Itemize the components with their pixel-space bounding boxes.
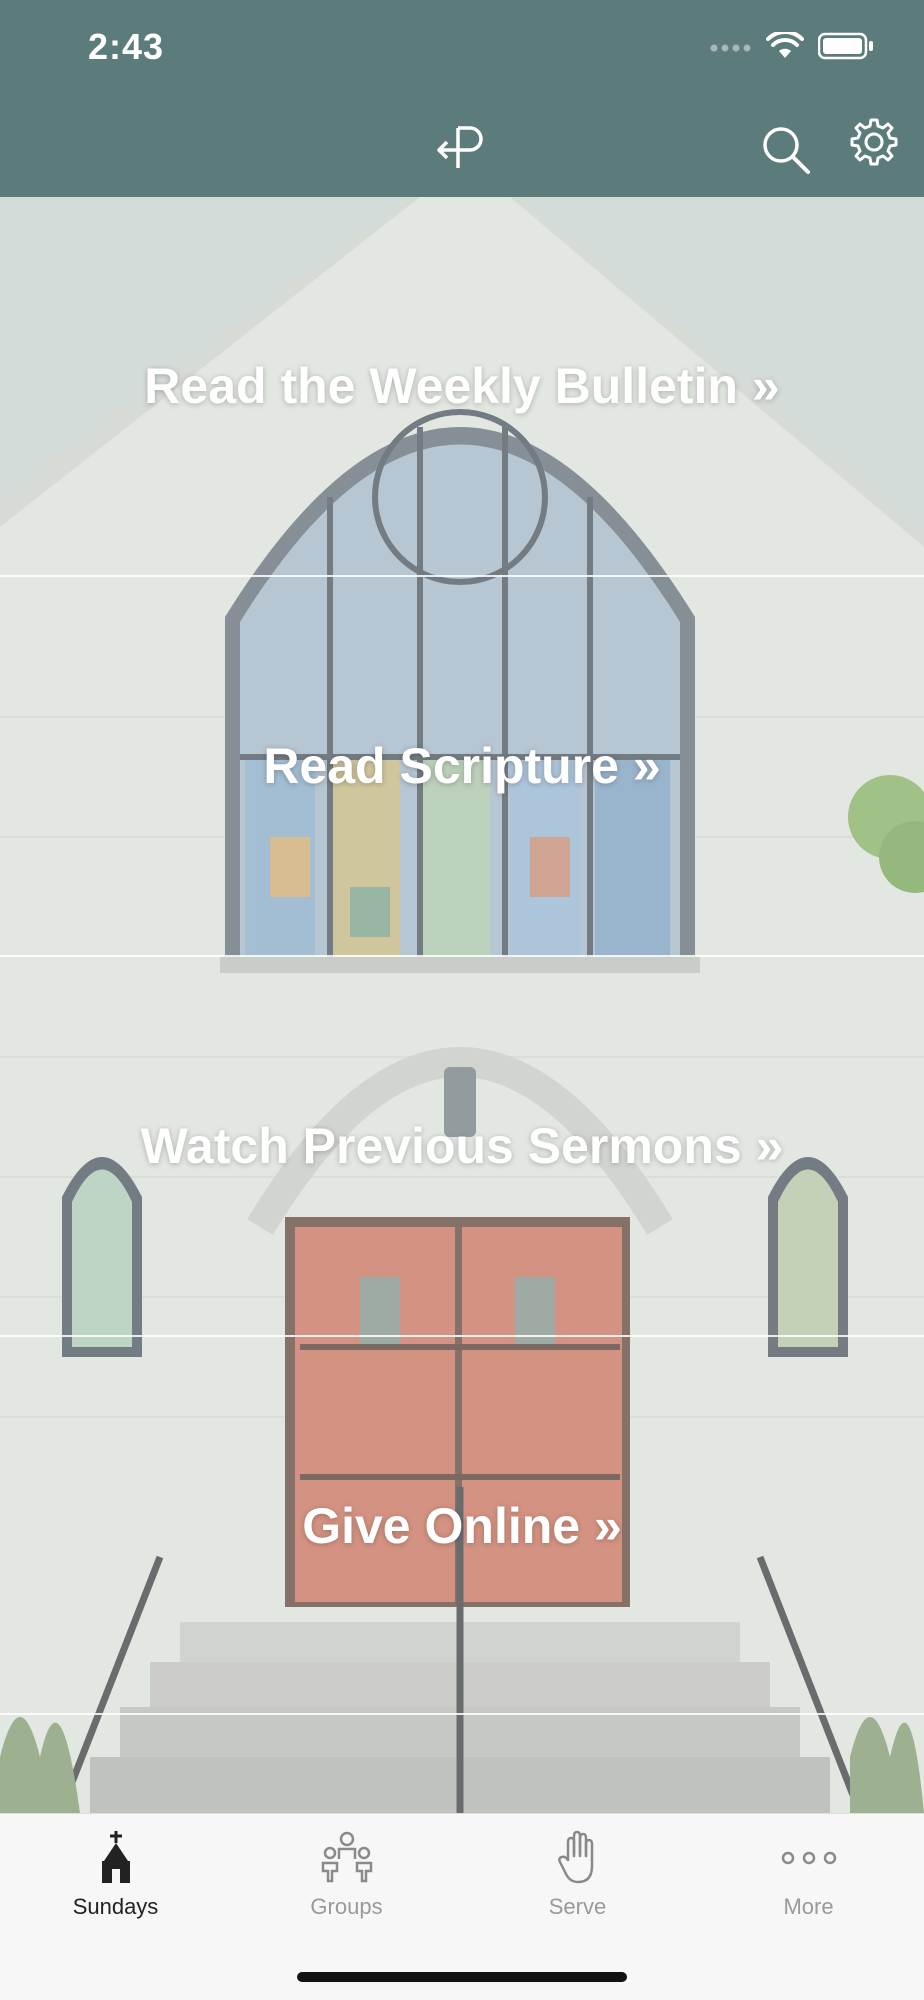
cellular-signal-icon	[710, 44, 751, 52]
hand-icon	[548, 1828, 608, 1888]
tab-more[interactable]: More	[693, 1814, 924, 1934]
header-bar: 2:43	[0, 0, 924, 197]
tab-serve[interactable]: Serve	[462, 1814, 693, 1934]
group-icon	[317, 1828, 377, 1888]
more-dots-icon	[779, 1828, 839, 1888]
tab-groups-label: Groups	[310, 1894, 383, 1919]
p-arrow-logo-icon[interactable]	[436, 124, 486, 170]
tab-sundays[interactable]: Sundays	[0, 1814, 231, 1934]
battery-icon	[818, 32, 873, 60]
bulletin-row-label: Read the Weekly Bulletin »	[144, 358, 780, 414]
bulletin-row[interactable]: Read the Weekly Bulletin »	[0, 197, 924, 575]
give-online-row-label: Give Online »	[302, 1498, 622, 1554]
church-hero-image: Read the Weekly Bulletin » Read Scriptur…	[0, 197, 924, 1813]
status-indicators	[710, 32, 874, 60]
tab-groups[interactable]: Groups	[231, 1814, 462, 1934]
row-divider	[0, 1713, 924, 1715]
gear-icon[interactable]	[848, 116, 900, 168]
tab-more-label: More	[783, 1894, 834, 1919]
home-indicator	[297, 1972, 627, 1982]
tab-sundays-label: Sundays	[72, 1894, 159, 1919]
wifi-icon	[766, 32, 804, 58]
tab-serve-label: Serve	[548, 1894, 607, 1919]
give-online-row[interactable]: Give Online »	[0, 1337, 924, 1715]
action-list: Read the Weekly Bulletin » Read Scriptur…	[0, 197, 924, 1813]
scripture-row-label: Read Scripture »	[263, 738, 661, 794]
sermons-row[interactable]: Watch Previous Sermons »	[0, 957, 924, 1335]
scripture-row[interactable]: Read Scripture »	[0, 577, 924, 955]
search-icon[interactable]	[760, 124, 812, 176]
app-screen: 2:43 Read the Weekly Bulletin » Read Scr…	[0, 0, 924, 2000]
status-time: 2:43	[88, 26, 165, 67]
church-icon	[86, 1828, 146, 1888]
sermons-row-label: Watch Previous Sermons »	[140, 1118, 784, 1174]
